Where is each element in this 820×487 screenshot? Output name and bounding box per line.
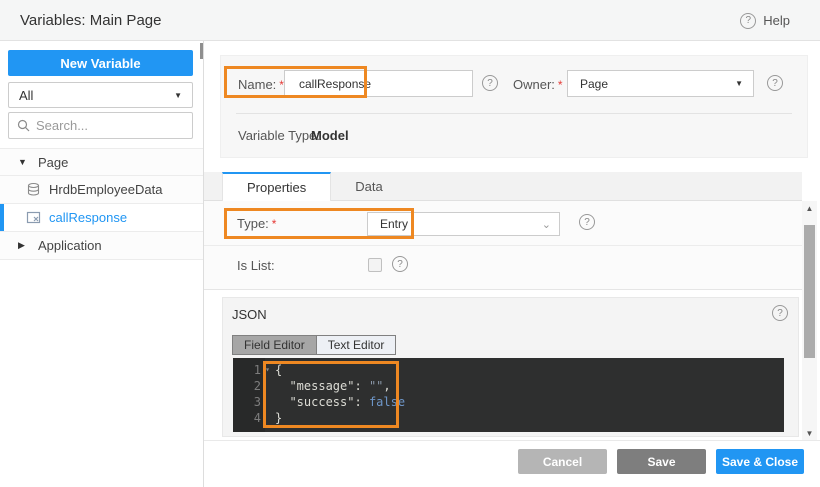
properties-panel: Type:* Entry ⌄ ? Is List: ? <box>204 201 802 290</box>
json-value-message: "" <box>369 379 383 393</box>
is-list-checkbox[interactable] <box>368 258 382 272</box>
json-key-message: "message" <box>289 379 354 393</box>
chevron-down-icon: ⌄ <box>542 218 551 231</box>
caret-collapsed-icon: ▶ <box>18 240 27 251</box>
line-number-gutter: 1▾ 2 3 4 <box>233 358 265 432</box>
variables-tree: ▼ Page HrdbEmployeeData <box>0 148 203 260</box>
required-marker: * <box>558 78 563 92</box>
json-key-success: "success" <box>289 395 354 409</box>
help-question-icon: ? <box>740 13 756 29</box>
line-number: 4 <box>254 411 261 425</box>
variables-dialog: Variables: Main Page ? Help New Variable… <box>0 0 820 487</box>
tree-item-callresponse[interactable]: callResponse <box>0 204 203 232</box>
name-help-icon[interactable]: ? <box>482 75 498 91</box>
json-code-editor[interactable]: 1▾ 2 3 4 { "message": "", "success": fal… <box>233 358 784 432</box>
caret-down-icon: ▼ <box>735 79 743 88</box>
line-number: 3 <box>254 395 261 409</box>
dialog-header: Variables: Main Page ? Help <box>0 0 820 41</box>
detail-tabs: Properties Data <box>204 172 802 201</box>
owner-label: Owner:* <box>513 77 563 92</box>
save-button[interactable]: Save <box>617 449 706 474</box>
variable-search <box>8 112 193 139</box>
name-label: Name:* <box>238 77 284 92</box>
scrollbar-thumb[interactable] <box>804 225 815 358</box>
variable-filter-select[interactable]: All ▼ <box>8 82 193 108</box>
tree-item-hrdbemployeedata[interactable]: HrdbEmployeeData <box>0 176 203 204</box>
required-marker: * <box>272 217 277 231</box>
caret-expanded-icon: ▼ <box>18 157 27 167</box>
sidebar-scrollbar-thumb[interactable] <box>200 43 203 59</box>
tree-item-label: HrdbEmployeeData <box>49 182 162 197</box>
tree-item-label: Page <box>38 155 68 170</box>
line-number: 2 <box>254 379 261 393</box>
field-editor-button[interactable]: Field Editor <box>233 336 317 354</box>
search-icon <box>17 119 30 132</box>
type-select[interactable]: Entry ⌄ <box>367 212 560 236</box>
owner-select[interactable]: Page ▼ <box>567 70 754 97</box>
cancel-button[interactable]: Cancel <box>518 449 607 474</box>
tree-item-page[interactable]: ▼ Page <box>0 148 203 176</box>
dialog-footer: Cancel Save Save & Close <box>204 440 820 487</box>
name-input[interactable] <box>284 70 473 97</box>
is-list-help-icon[interactable]: ? <box>392 256 408 272</box>
type-label: Type:* <box>237 216 276 231</box>
properties-scrollbar: ▲ ▼ <box>802 201 817 440</box>
is-list-row: Is List: ? <box>204 246 802 290</box>
line-number: 1 <box>254 363 261 377</box>
variable-type-label: Variable Type: <box>238 128 320 143</box>
owner-help-icon[interactable]: ? <box>767 75 783 91</box>
scroll-down-icon[interactable]: ▼ <box>802 426 817 440</box>
json-section: JSON ? Field Editor Text Editor 1▾ 2 3 4… <box>222 297 799 437</box>
search-input[interactable] <box>36 118 184 133</box>
model-variable-icon <box>26 210 41 225</box>
json-value-success: false <box>369 395 405 409</box>
editor-mode-toggle: Field Editor Text Editor <box>232 335 396 355</box>
divider <box>236 113 792 114</box>
tree-item-application[interactable]: ▶ Application <box>0 232 203 260</box>
code-content: { "message": "", "success": false} <box>265 358 405 432</box>
page-title: Variables: Main Page <box>20 0 161 41</box>
scroll-up-icon[interactable]: ▲ <box>802 201 817 215</box>
tree-item-label: Application <box>38 238 102 253</box>
owner-selected-value: Page <box>580 77 608 91</box>
help-label: Help <box>763 13 790 28</box>
type-help-icon[interactable]: ? <box>579 214 595 230</box>
save-and-close-button[interactable]: Save & Close <box>716 449 804 474</box>
type-selected-value: Entry <box>380 217 408 231</box>
selected-indicator <box>0 204 4 231</box>
fold-caret-icon[interactable]: ▾ <box>265 362 270 378</box>
caret-down-icon: ▼ <box>174 91 182 100</box>
tab-data[interactable]: Data <box>331 172 406 201</box>
help-button[interactable]: ? Help <box>740 0 790 41</box>
text-editor-button[interactable]: Text Editor <box>317 336 396 354</box>
tab-properties[interactable]: Properties <box>222 172 331 201</box>
variable-type-value: Model <box>311 128 349 143</box>
service-variable-icon <box>26 182 41 197</box>
tree-item-label: callResponse <box>49 210 127 225</box>
variable-summary-panel: Name:* ? Owner:* Page ▼ ? Variable Type:… <box>220 55 808 158</box>
new-variable-button[interactable]: New Variable <box>8 50 193 76</box>
json-section-title: JSON <box>232 307 267 322</box>
variables-sidebar: New Variable All ▼ ▼ Page <box>0 41 204 487</box>
json-help-icon[interactable]: ? <box>772 305 788 321</box>
is-list-label: Is List: <box>237 258 275 273</box>
filter-selected-value: All <box>19 88 33 103</box>
type-row: Type:* Entry ⌄ ? <box>204 201 802 246</box>
